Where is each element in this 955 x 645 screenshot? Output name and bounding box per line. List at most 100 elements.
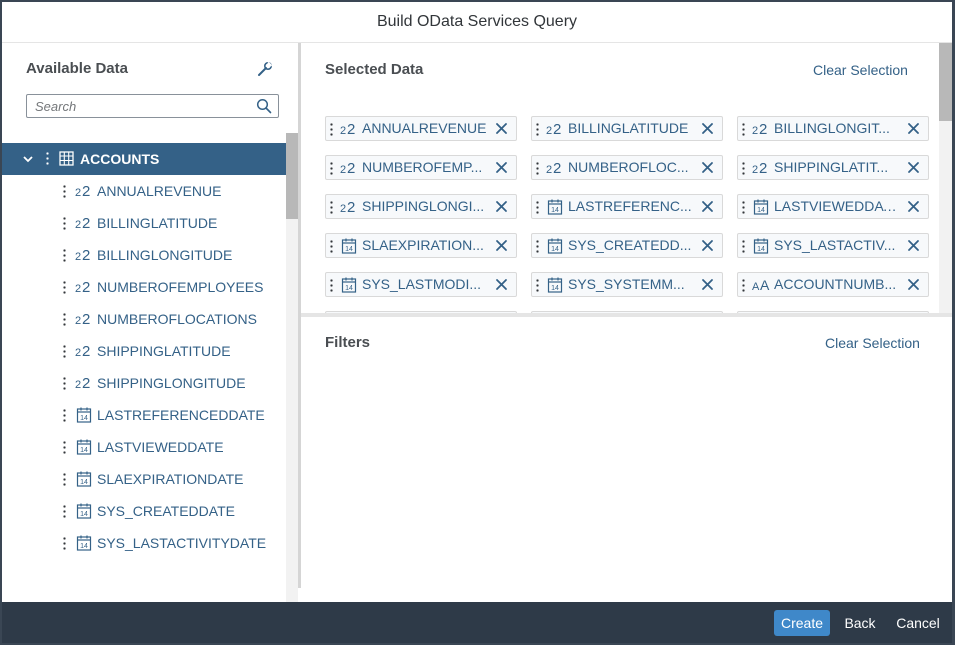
field-label: SLAEXPIRATIONDATE — [97, 471, 244, 487]
back-button[interactable]: Back — [838, 610, 882, 636]
selected-data-scrollbar-thumb[interactable] — [939, 43, 952, 121]
create-button[interactable]: Create — [774, 610, 830, 636]
remove-token-icon[interactable] — [907, 122, 920, 135]
selected-field-token[interactable]: 14 LASTVIEWEDDATE — [737, 194, 929, 219]
tree-scrollbar-thumb[interactable] — [286, 133, 298, 219]
svg-text:2: 2 — [752, 164, 758, 176]
remove-token-icon[interactable] — [495, 239, 508, 252]
search-field[interactable] — [26, 94, 279, 118]
selected-field-token[interactable]: 2 2 NUMBEROFEMP... — [325, 155, 517, 180]
selected-field-token[interactable]: 14 SYS_SYSTEMM... — [531, 272, 723, 297]
drag-handle-icon[interactable] — [742, 161, 745, 176]
drag-handle-icon[interactable] — [330, 239, 333, 254]
remove-token-icon[interactable] — [495, 122, 508, 135]
remove-token-icon[interactable] — [495, 161, 508, 174]
drag-handle-icon[interactable] — [63, 248, 66, 263]
drag-handle-icon[interactable] — [742, 278, 745, 293]
drag-handle-icon[interactable] — [536, 239, 539, 254]
remove-token-icon[interactable] — [701, 278, 714, 291]
drag-handle-icon[interactable] — [63, 344, 66, 359]
selected-field-token[interactable]: 14 SLAEXPIRATION... — [325, 233, 517, 258]
remove-token-icon[interactable] — [701, 239, 714, 252]
svg-text:2: 2 — [75, 283, 81, 295]
drag-handle-icon[interactable] — [742, 239, 745, 254]
remove-token-icon[interactable] — [495, 278, 508, 291]
selected-field-token[interactable]: A A ACCOUNTNUMB... — [737, 272, 929, 297]
drag-handle-icon[interactable] — [330, 200, 333, 215]
remove-token-icon[interactable] — [907, 200, 920, 213]
calendar-icon: 14 — [753, 199, 769, 215]
selected-field-token[interactable]: 14 SYS_LASTMODI... — [325, 272, 517, 297]
selected-field-token[interactable]: 14 LASTREFERENC... — [531, 194, 723, 219]
token-label: ACCOUNTNUMB... — [774, 276, 897, 292]
remove-token-icon[interactable] — [495, 200, 508, 213]
drag-handle-icon[interactable] — [330, 161, 333, 176]
cancel-button[interactable]: Cancel — [892, 610, 944, 636]
tree-field-item[interactable]: 2 2 NUMBEROFEMPLOYEES — [2, 271, 286, 303]
number-icon: 22 — [546, 121, 561, 137]
remove-token-icon[interactable] — [907, 278, 920, 291]
svg-text:2: 2 — [347, 121, 355, 137]
drag-handle-icon[interactable] — [536, 278, 539, 293]
tree-field-item[interactable]: 2 2 SHIPPINGLATITUDE — [2, 335, 286, 367]
drag-handle-icon[interactable] — [63, 184, 66, 199]
tree-field-item[interactable]: 2 2 BILLINGLATITUDE — [2, 207, 286, 239]
selected-field-token[interactable]: 14 SYS_LASTACTIV... — [737, 233, 929, 258]
remove-token-icon[interactable] — [907, 239, 920, 252]
tree-field-item[interactable]: 14 LASTVIEWEDDATE — [2, 431, 286, 463]
search-input[interactable] — [27, 95, 263, 117]
tree-field-item[interactable]: 14 SYS_CREATEDDATE — [2, 495, 286, 527]
tree-field-item[interactable]: 2 2 ANNUALREVENUE — [2, 175, 286, 207]
drag-handle-icon[interactable] — [536, 200, 539, 215]
remove-token-icon[interactable] — [701, 161, 714, 174]
drag-handle-icon[interactable] — [63, 312, 66, 327]
drag-handle-icon[interactable] — [63, 472, 66, 487]
search-icon[interactable] — [256, 98, 272, 114]
svg-text:2: 2 — [553, 160, 561, 176]
tree-field-item[interactable]: 2 2 NUMBEROFLOCATIONS — [2, 303, 286, 335]
drag-handle-icon[interactable] — [742, 200, 745, 215]
tree-field-item[interactable]: 14 LASTREFERENCEDDATE — [2, 399, 286, 431]
drag-handle-icon[interactable] — [63, 216, 66, 231]
selected-field-token[interactable]: 2 2 NUMBEROFLOC... — [531, 155, 723, 180]
selected-field-token[interactable]: 2 2 BILLINGLATITUDE — [531, 116, 723, 141]
clear-filters-link[interactable]: Clear Selection — [825, 335, 920, 351]
drag-handle-icon[interactable] — [330, 122, 333, 137]
drag-handle-icon[interactable] — [63, 408, 66, 423]
svg-text:2: 2 — [75, 251, 81, 263]
drag-handle-icon[interactable] — [63, 504, 66, 519]
calendar-icon: 14 — [547, 277, 563, 293]
chevron-down-icon[interactable] — [22, 153, 34, 165]
drag-handle-icon[interactable] — [536, 122, 539, 137]
drag-handle-icon[interactable] — [63, 376, 66, 391]
svg-text:14: 14 — [80, 511, 88, 518]
section-divider[interactable] — [301, 313, 952, 317]
drag-handle-icon[interactable] — [63, 440, 66, 455]
tree-field-item[interactable]: 2 2 SHIPPINGLONGITUDE — [2, 367, 286, 399]
selected-field-token[interactable]: 2 2 SHIPPINGLATIT... — [737, 155, 929, 180]
selected-field-token[interactable]: 2 2 BILLINGLONGIT... — [737, 116, 929, 141]
drag-handle-icon[interactable] — [330, 278, 333, 293]
clear-selection-link[interactable]: Clear Selection — [813, 62, 908, 78]
svg-text:2: 2 — [82, 343, 90, 359]
selected-field-token[interactable]: 14 SYS_CREATEDD... — [531, 233, 723, 258]
selected-field-token[interactable]: 2 2 ANNUALREVENUE — [325, 116, 517, 141]
tree-node-accounts[interactable]: ACCOUNTS — [2, 143, 286, 175]
drag-handle-icon[interactable] — [46, 151, 49, 166]
wrench-icon[interactable] — [256, 60, 274, 78]
tree-field-item[interactable]: 14 SLAEXPIRATIONDATE — [2, 463, 286, 495]
remove-token-icon[interactable] — [907, 161, 920, 174]
drag-handle-icon[interactable] — [63, 280, 66, 295]
svg-text:14: 14 — [551, 246, 559, 253]
token-label: SYS_SYSTEMM... — [568, 276, 685, 292]
calendar-icon: 14 — [341, 238, 357, 254]
drag-handle-icon[interactable] — [536, 161, 539, 176]
tree-field-item[interactable]: 2 2 BILLINGLONGITUDE — [2, 239, 286, 271]
drag-handle-icon[interactable] — [63, 536, 66, 551]
tree-field-item[interactable]: 14 SYS_LASTACTIVITYDATE — [2, 527, 286, 559]
drag-handle-icon[interactable] — [742, 122, 745, 137]
token-label: BILLINGLATITUDE — [568, 120, 689, 136]
selected-field-token[interactable]: 2 2 SHIPPINGLONGI... — [325, 194, 517, 219]
remove-token-icon[interactable] — [701, 200, 714, 213]
remove-token-icon[interactable] — [701, 122, 714, 135]
